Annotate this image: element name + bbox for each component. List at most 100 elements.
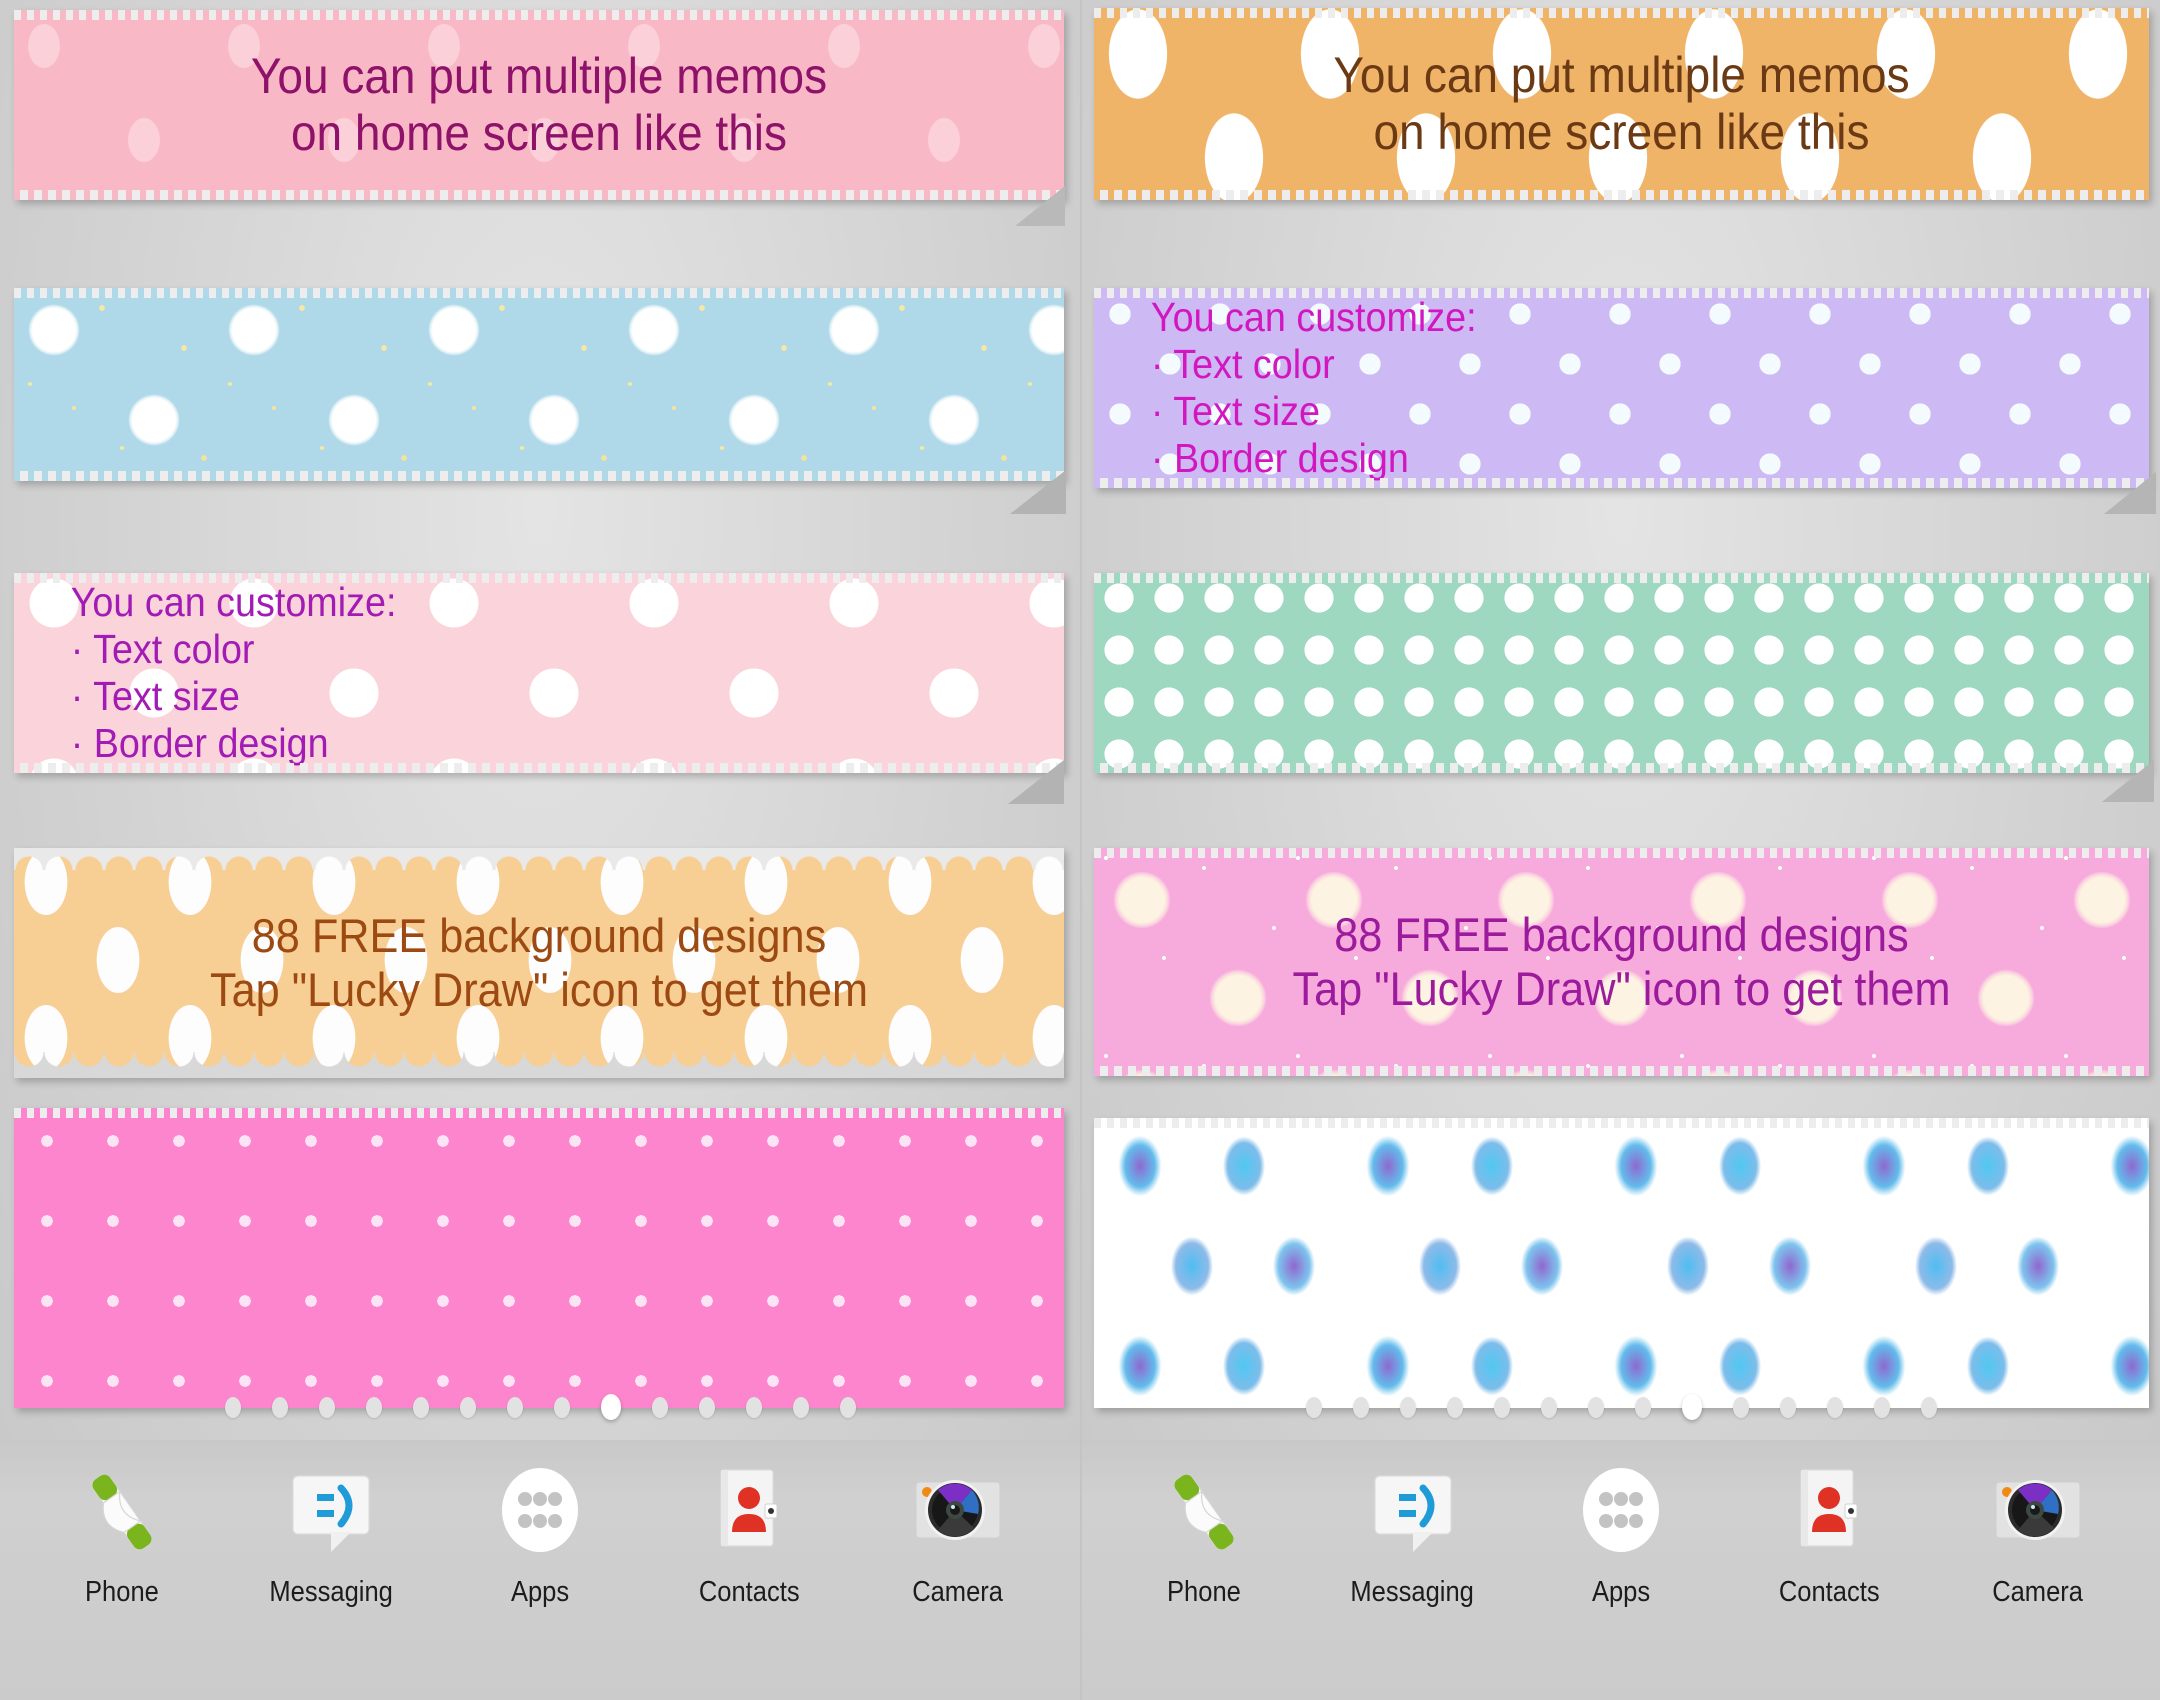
torn-edge-bottom xyxy=(14,763,1064,773)
dock-label-phone: Phone xyxy=(85,1576,160,1608)
page-dot-active[interactable] xyxy=(1681,1394,1702,1420)
torn-edge-top xyxy=(14,1108,1064,1118)
page-dot[interactable] xyxy=(318,1396,335,1418)
page-dot[interactable] xyxy=(412,1396,429,1418)
memo-l3-text: You can customize: · Text color · Text s… xyxy=(70,578,397,767)
page-dot[interactable] xyxy=(1634,1396,1651,1418)
torn-edge-top xyxy=(1094,848,2149,858)
page-dot[interactable] xyxy=(459,1396,476,1418)
page-indicator-right[interactable] xyxy=(1082,1392,2160,1422)
memo-widget-r3[interactable] xyxy=(1094,573,2149,773)
app-drawer-grid-icon xyxy=(1571,1462,1671,1562)
page-dot[interactable] xyxy=(839,1396,856,1418)
dock-row-left: Phone Messaging Apps Contacts Camera xyxy=(0,1440,1080,1700)
page-dot[interactable] xyxy=(1732,1396,1749,1418)
dock-item-apps[interactable]: Apps xyxy=(450,1440,630,1609)
page-dot[interactable] xyxy=(1540,1396,1557,1418)
page-dot[interactable] xyxy=(745,1396,762,1418)
scalloped-edge-top xyxy=(14,848,1064,870)
memo-l1-peel-corner xyxy=(1015,186,1065,226)
page-dot[interactable] xyxy=(1920,1396,1937,1418)
page-dot[interactable] xyxy=(1779,1396,1796,1418)
dock-label-contacts: Contacts xyxy=(698,1576,800,1608)
torn-edge-bottom xyxy=(14,471,1064,481)
camera-lens-icon xyxy=(1988,1462,2088,1562)
page-dot[interactable] xyxy=(1873,1396,1890,1418)
torn-edge-top xyxy=(1094,573,2149,583)
dock-item-phone[interactable]: Phone xyxy=(1114,1440,1294,1609)
page-dot[interactable] xyxy=(1493,1396,1510,1418)
speech-bubble-smiley-icon xyxy=(1363,1462,1463,1562)
speech-bubble-smiley-icon xyxy=(281,1462,381,1562)
torn-edge-top xyxy=(14,10,1064,20)
torn-edge-top xyxy=(1094,288,2149,298)
memo-widget-r2[interactable]: You can customize: · Text color · Text s… xyxy=(1094,288,2149,488)
contact-person-card-icon xyxy=(1779,1462,1879,1562)
memo-widget-l3[interactable]: You can customize: · Text color · Text s… xyxy=(14,573,1064,773)
dock-item-contacts[interactable]: Contacts xyxy=(659,1440,839,1609)
memo-r3-text xyxy=(1136,573,2107,773)
scalloped-edge-bottom xyxy=(14,1052,1064,1078)
memo-widget-l5[interactable] xyxy=(14,1108,1064,1408)
page-dot[interactable] xyxy=(553,1396,570,1418)
phone-handset-icon xyxy=(1154,1462,1254,1562)
dock-item-messaging[interactable]: Messaging xyxy=(1323,1440,1503,1609)
page-dot[interactable] xyxy=(1399,1396,1416,1418)
page-dot[interactable] xyxy=(365,1396,382,1418)
dock-label-apps: Apps xyxy=(510,1576,570,1608)
memo-l5-text xyxy=(56,1108,1022,1408)
memo-widget-l4[interactable]: 88 FREE background designs Tap "Lucky Dr… xyxy=(14,848,1064,1078)
app-drawer-grid-icon xyxy=(490,1462,590,1562)
camera-lens-icon xyxy=(908,1462,1008,1562)
dock-label-contacts: Contacts xyxy=(1778,1576,1880,1608)
page-dot[interactable] xyxy=(224,1396,241,1418)
dock-item-camera[interactable]: Camera xyxy=(1948,1440,2128,1609)
dock-label-camera: Camera xyxy=(912,1576,1003,1608)
page-dot[interactable] xyxy=(698,1396,715,1418)
memo-r5-text xyxy=(1136,1118,2107,1408)
memo-widget-l1[interactable]: You can put multiple memos on home scree… xyxy=(14,10,1064,200)
memo-r2-peel-corner xyxy=(2104,472,2156,514)
memo-l2-text xyxy=(56,288,1022,481)
torn-edge-top xyxy=(14,573,1064,583)
home-screen-left: You can put multiple memos on home scree… xyxy=(0,0,1080,1700)
dock-label-messaging: Messaging xyxy=(1350,1576,1475,1608)
page-dot[interactable] xyxy=(1826,1396,1843,1418)
torn-edge-bottom xyxy=(1094,1066,2149,1076)
page-dot[interactable] xyxy=(1446,1396,1463,1418)
dock-left: Phone Messaging Apps Contacts Camera xyxy=(0,1394,1080,1700)
page-dot-active[interactable] xyxy=(600,1394,621,1420)
dock-label-phone: Phone xyxy=(1167,1576,1242,1608)
dock-item-apps[interactable]: Apps xyxy=(1531,1440,1711,1609)
dock-item-camera[interactable]: Camera xyxy=(868,1440,1048,1609)
memo-r1-text: You can put multiple memos on home scree… xyxy=(1333,46,1910,161)
page-dot[interactable] xyxy=(271,1396,288,1418)
dock-item-phone[interactable]: Phone xyxy=(32,1440,212,1609)
page-dot[interactable] xyxy=(1352,1396,1369,1418)
memo-l2-peel-corner xyxy=(1010,470,1066,514)
torn-edge-top xyxy=(1094,8,2149,18)
dock-row-right: Phone Messaging Apps Contacts Camera xyxy=(1082,1440,2160,1700)
home-screen-right: You can put multiple memos on home scree… xyxy=(1080,0,2160,1700)
page-dot[interactable] xyxy=(1587,1396,1604,1418)
memo-widget-r1[interactable]: You can put multiple memos on home scree… xyxy=(1094,8,2149,200)
page-dot[interactable] xyxy=(1305,1396,1322,1418)
page-indicator-left[interactable] xyxy=(0,1392,1080,1422)
torn-edge-bottom xyxy=(1094,763,2149,773)
phone-handset-icon xyxy=(72,1462,172,1562)
memo-widget-r5[interactable] xyxy=(1094,1118,2149,1408)
dock-right: Phone Messaging Apps Contacts Camera xyxy=(1082,1394,2160,1700)
dock-label-messaging: Messaging xyxy=(269,1576,393,1608)
page-dot[interactable] xyxy=(651,1396,668,1418)
memo-widget-r4[interactable]: 88 FREE background designs Tap "Lucky Dr… xyxy=(1094,848,2149,1076)
torn-edge-bottom xyxy=(1094,190,2149,200)
dock-label-apps: Apps xyxy=(1591,1576,1651,1608)
dock-item-contacts[interactable]: Contacts xyxy=(1739,1440,1919,1609)
page-dot[interactable] xyxy=(506,1396,523,1418)
dock-item-messaging[interactable]: Messaging xyxy=(241,1440,421,1609)
dual-screenshot-container: You can put multiple memos on home scree… xyxy=(0,0,2160,1700)
page-dot[interactable] xyxy=(792,1396,809,1418)
torn-edge-top xyxy=(1094,1118,2149,1128)
torn-edge-top xyxy=(14,288,1064,298)
memo-widget-l2[interactable] xyxy=(14,288,1064,481)
